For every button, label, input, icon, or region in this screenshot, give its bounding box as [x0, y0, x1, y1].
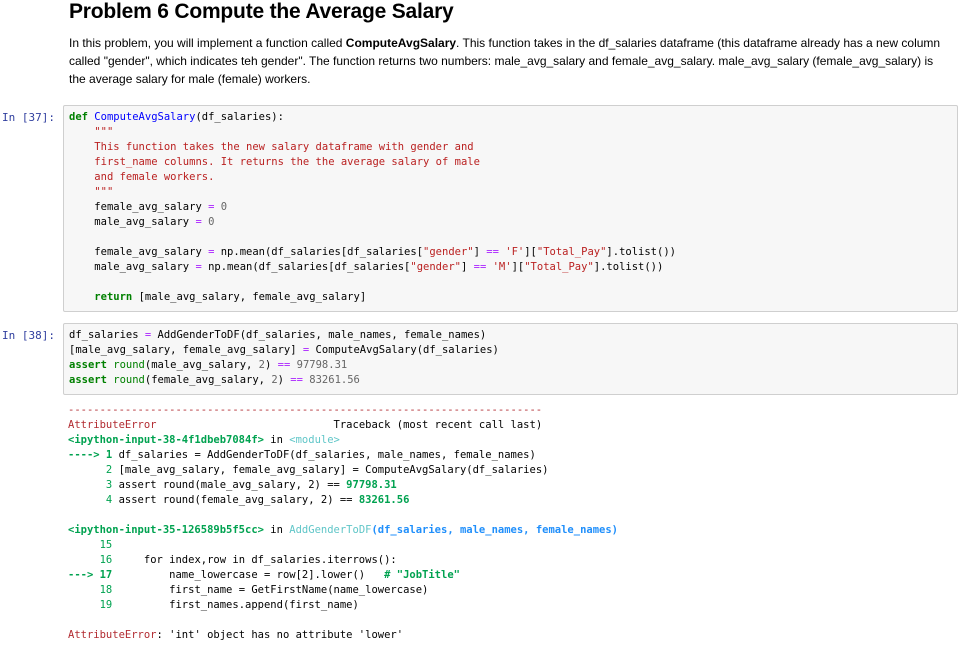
var-df-salaries: df_salaries: [69, 329, 139, 341]
frame-1-number-4: 83261.56: [358, 494, 410, 506]
assign-op: =: [296, 344, 316, 356]
frame-2-line-16: for index,row in df_salaries.iterrows():: [118, 554, 397, 566]
number-zero: 0: [220, 201, 228, 213]
docstring-line-1: This function takes the new salary dataf…: [94, 141, 474, 153]
string-m: 'M': [492, 261, 512, 273]
assign-op: =: [201, 201, 221, 213]
frame-2-file: <ipython-input-35-126589b5f5cc>: [68, 524, 264, 536]
assign-op: =: [189, 261, 209, 273]
assign-op: =: [189, 216, 209, 228]
cell-37-prompt: In [37]:: [2, 111, 55, 124]
description-function-name: ComputeAvgSalary: [345, 36, 457, 50]
tolist-call: ].tolist()): [593, 261, 664, 273]
function-args: (df_salaries):: [195, 111, 284, 123]
return-value: [male_avg_salary, female_avg_salary]: [138, 291, 367, 303]
code-cell-37[interactable]: def ComputeAvgSalary(df_salaries): """ T…: [63, 105, 958, 312]
frame-1-line-4: assert round(female_avg_salary, 2) ==: [118, 494, 359, 506]
frame-2-arrow: ---> 17: [68, 569, 113, 581]
assign-op: =: [201, 246, 221, 258]
error-output: ----------------------------------------…: [68, 403, 618, 643]
builtin-round: round: [113, 374, 145, 386]
frame-1-line-3: assert round(male_avg_salary, 2) ==: [118, 479, 347, 491]
keyword-def: def: [69, 111, 88, 123]
var-female-mean: female_avg_salary: [94, 246, 202, 258]
in-word: in: [270, 434, 283, 446]
np-mean-call: np.mean(df_salaries[df_salaries[: [208, 261, 411, 273]
frame-1-arrow: ----> 1: [68, 449, 113, 461]
np-mean-call: np.mean(df_salaries[df_salaries[: [220, 246, 424, 258]
string-total-pay: "Total_Pay": [536, 246, 607, 258]
number-zero: 0: [208, 216, 215, 228]
string-total-pay: "Total_Pay": [524, 261, 594, 273]
frame-1-line-2: [male_avg_salary, female_avg_salary] = C…: [118, 464, 549, 476]
frame-1-lineno-2: 2: [68, 464, 113, 476]
frame-2-lineno-18: 18: [68, 584, 113, 596]
frame-2-args: (df_salaries, male_names, female_names): [371, 524, 619, 536]
frame-2-lineno-16: 16: [68, 554, 113, 566]
compute-avg-call: ComputeAvgSalary(df_salaries): [315, 344, 499, 356]
number-two: 2: [258, 359, 265, 371]
unpack-target: [male_avg_salary, female_avg_salary]: [69, 344, 297, 356]
docstring-close: """: [94, 186, 114, 198]
frame-1-lineno-3: 3: [68, 479, 113, 491]
string-gender: "gender": [423, 246, 474, 258]
frame-2-line-17: name_lowercase = row[2].lower(): [118, 569, 366, 581]
cell-38-prompt: In [38]:: [2, 329, 55, 342]
error-type: AttributeError: [68, 419, 157, 431]
frame-1-number-3: 97798.31: [346, 479, 397, 491]
code-cell-38[interactable]: df_salaries = AddGenderToDF(df_salaries,…: [63, 323, 958, 395]
string-f: 'F': [505, 246, 525, 258]
keyword-assert: assert: [69, 359, 107, 371]
frame-2-line-18: first_name = GetFirstName(name_lowercase…: [118, 584, 429, 596]
frame-2-func: AddGenderToDF: [289, 524, 372, 536]
traceback-label: Traceback (most recent call last): [333, 419, 543, 431]
final-error-type: AttributeError: [68, 629, 157, 641]
frame-1-file: <ipython-input-38-4f1dbeb7084f>: [68, 434, 264, 446]
description-part-1: In this problem, you will implement a fu…: [69, 36, 346, 50]
docstring-open: """: [94, 126, 114, 138]
keyword-assert: assert: [69, 374, 107, 386]
var-male-init: male_avg_salary: [94, 216, 190, 228]
assign-op: =: [138, 329, 158, 341]
eq-op: ==: [277, 359, 291, 371]
eq-op: ==: [486, 246, 499, 258]
traceback-divider: ----------------------------------------…: [68, 404, 543, 416]
docstring-line-3: and female workers.: [94, 171, 215, 183]
code-cell-37-source[interactable]: def ComputeAvgSalary(df_salaries): """ T…: [64, 106, 957, 305]
frame-1-lineno-4: 4: [68, 494, 113, 506]
code-cell-38-source[interactable]: df_salaries = AddGenderToDF(df_salaries,…: [64, 324, 957, 388]
string-gender: "gender": [410, 261, 461, 273]
frame-2-lineno-15: 15: [68, 539, 113, 551]
frame-1-line-1: df_salaries = AddGenderToDF(df_salaries,…: [118, 449, 536, 461]
builtin-round: round: [113, 359, 145, 371]
frame-2-comment: # "JobTitle": [365, 569, 460, 581]
frame-2-lineno-19: 19: [68, 599, 113, 611]
keyword-return: return: [94, 291, 133, 303]
tolist-call: ].tolist()): [606, 246, 676, 258]
docstring-line-2: first_name columns. It returns the the a…: [94, 156, 480, 168]
problem-title: Problem 6 Compute the Average Salary: [69, 0, 454, 23]
frame-1-scope: <module>: [289, 434, 340, 446]
function-name: ComputeAvgSalary: [94, 111, 196, 123]
eq-op: ==: [290, 374, 303, 386]
var-female-init: female_avg_salary: [94, 201, 202, 213]
add-gender-call: AddGenderToDF(df_salaries, male_names, f…: [157, 329, 487, 341]
round-args: (male_avg_salary,: [144, 359, 259, 371]
female-expected-number: 83261.56: [309, 374, 360, 386]
male-expected-number: 97798.31: [296, 359, 348, 371]
problem-description: In this problem, you will implement a fu…: [69, 34, 949, 88]
in-word: in: [270, 524, 283, 536]
number-two: 2: [271, 374, 278, 386]
frame-2-line-19: first_names.append(first_name): [118, 599, 359, 611]
var-male-mean: male_avg_salary: [94, 261, 190, 273]
final-error-message: : 'int' object has no attribute 'lower': [156, 629, 404, 641]
eq-op: ==: [473, 261, 487, 273]
round-args: (female_avg_salary,: [144, 374, 272, 386]
